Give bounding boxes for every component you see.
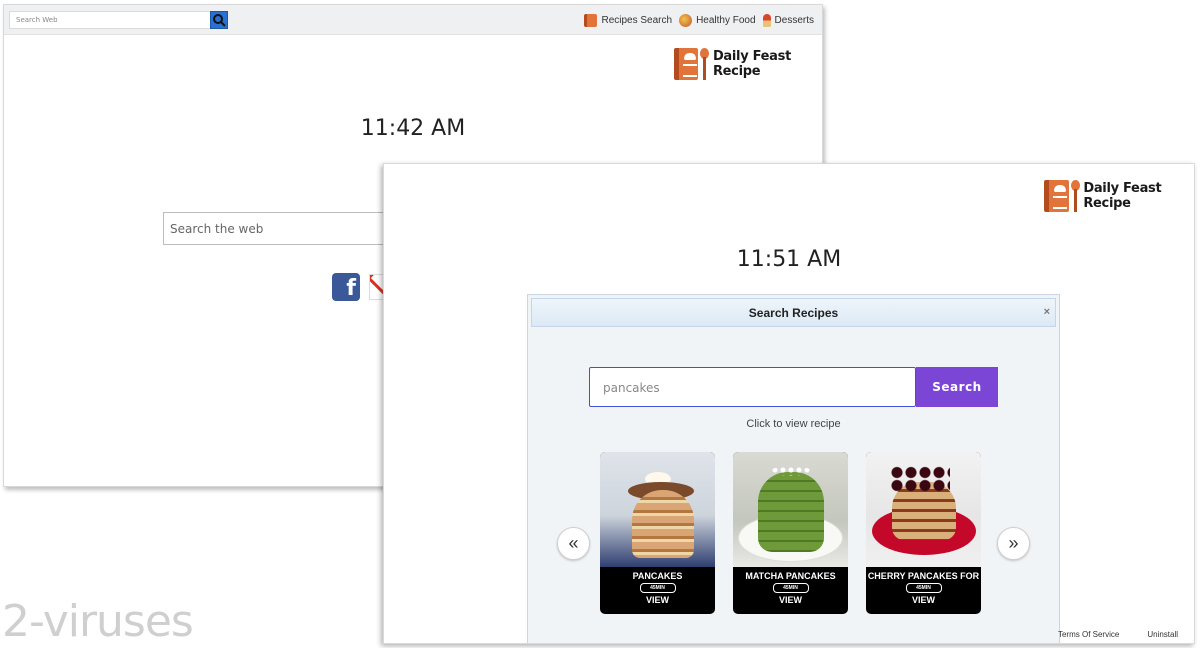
search-icon (213, 14, 226, 27)
recipe-book-icon (674, 48, 699, 80)
nav-healthy-food[interactable]: Healthy Food (679, 14, 756, 27)
uninstall-link[interactable]: Uninstall (1147, 630, 1178, 639)
recipe-image (600, 452, 715, 567)
healthy-food-icon (679, 14, 693, 27)
nav-recipes-search[interactable]: Recipes Search (584, 14, 672, 27)
recipe-time-badge: 45MIN (772, 583, 809, 593)
nav-healthy-food-label: Healthy Food (696, 15, 756, 26)
recipe-title: PANCAKES (632, 571, 683, 581)
nav-desserts-label: Desserts (774, 15, 814, 26)
recipe-time-badge: 45MIN (639, 583, 676, 593)
logo-text: Daily Feast Recipe (1083, 181, 1162, 211)
nav-desserts[interactable]: Desserts (762, 14, 814, 27)
site-logo[interactable]: Daily Feast Recipe (674, 48, 822, 80)
top-nav: Recipes Search Healthy Food Desserts (577, 14, 814, 27)
modal-header: Search Recipes × (531, 298, 1056, 327)
recipe-book-icon (584, 14, 598, 27)
carousel-next-button[interactable]: » (997, 527, 1030, 560)
top-toolbar: Search Web Recipes Search Healthy Food D… (4, 5, 822, 35)
recipe-card[interactable]: CHERRY PANCAKES FOR 45MIN VIEW (866, 452, 981, 614)
recipe-view-link[interactable]: VIEW (866, 595, 981, 605)
recipe-search-button[interactable]: Search (916, 367, 998, 407)
recipe-book-icon (1044, 180, 1069, 212)
screenshot-stage: Search Web Recipes Search Healthy Food D… (0, 0, 1200, 648)
recipe-image (866, 452, 981, 567)
front-browser-window: Daily Feast Recipe 11:51 AM Search Recip… (383, 163, 1195, 644)
site-logo[interactable]: Daily Feast Recipe (1044, 180, 1194, 212)
modal-title: Search Recipes (748, 306, 839, 320)
clock: 11:51 AM (736, 247, 842, 272)
carousel-prev-button[interactable]: « (557, 527, 590, 560)
recipe-card[interactable]: MATCHA PANCAKES 45MIN VIEW (733, 452, 848, 614)
recipe-time-badge: 45MIN (905, 583, 942, 593)
recipe-card[interactable]: PANCAKES 45MIN VIEW (600, 452, 715, 614)
click-hint: Click to view recipe (746, 418, 841, 430)
search-recipes-modal: Search Recipes × pancakes Search Click t… (527, 294, 1060, 643)
logo-text: Daily Feast Recipe (712, 49, 792, 79)
watermark: 2-viruses (2, 596, 194, 647)
nav-recipes-search-label: Recipes Search (601, 15, 673, 26)
spoon-icon (700, 48, 709, 80)
spoon-icon (1070, 180, 1080, 212)
footer-links: Terms Of Service Uninstall (1030, 630, 1178, 639)
recipe-image (733, 452, 848, 567)
dessert-icon (762, 14, 771, 27)
recipe-title: MATCHA PANCAKES (745, 571, 836, 581)
recipe-title: CHERRY PANCAKES FOR (867, 571, 980, 581)
facebook-icon[interactable]: f (332, 273, 360, 301)
recipe-view-link[interactable]: VIEW (600, 595, 715, 605)
recipe-view-link[interactable]: VIEW (733, 595, 848, 605)
recipe-search-input[interactable]: pancakes (589, 367, 916, 407)
terms-link[interactable]: Terms Of Service (1058, 630, 1119, 639)
close-icon[interactable]: × (1044, 298, 1050, 326)
top-search-button[interactable] (210, 11, 228, 29)
top-search-input[interactable]: Search Web (9, 11, 213, 29)
clock: 11:42 AM (360, 116, 466, 141)
